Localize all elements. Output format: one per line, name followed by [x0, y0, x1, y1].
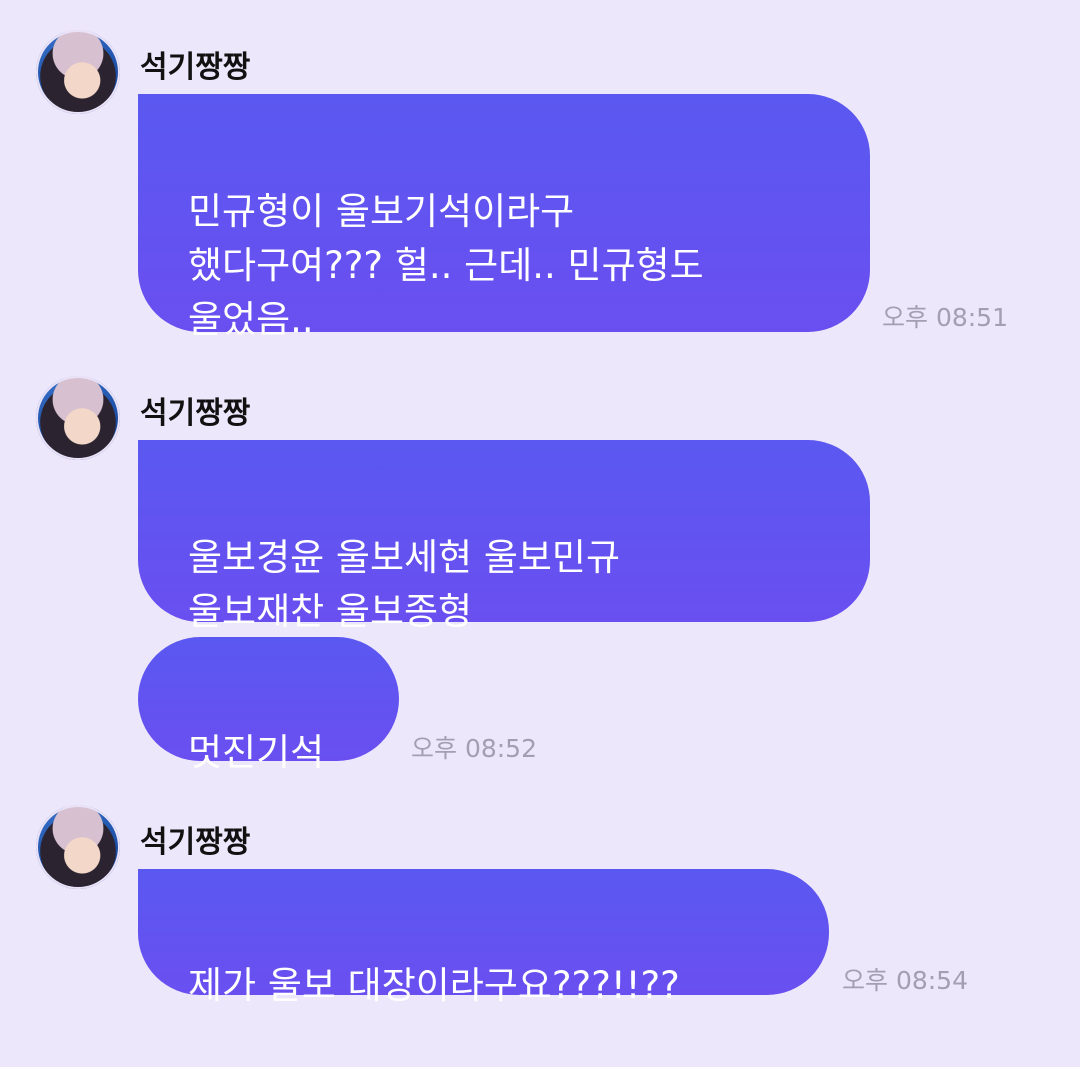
message-bubble[interactable]: 민규형이 울보기석이라구 했다구여??? 헐.. 근데.. 민규형도 울었음..	[138, 94, 870, 341]
sender-name: 석기짱짱	[140, 50, 251, 85]
sender-name: 석기짱짱	[140, 825, 251, 860]
sender-name: 석기짱짱	[140, 396, 251, 431]
avatar[interactable]	[36, 376, 120, 460]
message-timestamp: 오후 08:52	[411, 734, 537, 763]
avatar[interactable]	[36, 30, 120, 114]
message-timestamp: 오후 08:54	[842, 966, 968, 995]
message-text: 제가 울보 대장이라구요???!!??	[188, 964, 680, 1007]
message-bubble[interactable]: 제가 울보 대장이라구요???!!??	[138, 869, 829, 1007]
message-text: 민규형이 울보기석이라구 했다구여??? 헐.. 근데.. 민규형도 울었음..	[188, 190, 704, 341]
message-timestamp: 오후 08:51	[882, 303, 1008, 332]
avatar[interactable]	[36, 805, 120, 889]
message-bubble[interactable]: 울보경윤 울보세현 울보민규 울보재찬 울보종형	[138, 440, 870, 633]
message-text: 울보경윤 울보세현 울보민규 울보재찬 울보종형	[188, 536, 621, 633]
message-bubble[interactable]: 멋진기석	[138, 637, 399, 774]
message-text: 멋진기석	[188, 731, 325, 774]
